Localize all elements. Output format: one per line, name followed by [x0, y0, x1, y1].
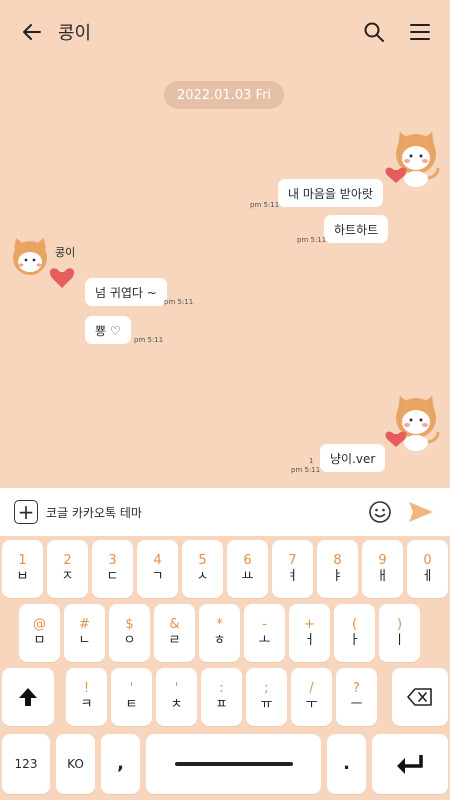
key[interactable]: 2ㅈ — [47, 540, 88, 598]
send-arrow-icon — [409, 502, 433, 522]
message-time: pm 5:11 — [297, 236, 327, 244]
chat-header: 콩이 — [0, 0, 450, 64]
keyboard: 1ㅂ 2ㅈ 3ㄷ 4ㄱ 5ㅅ 6ㅛ 7ㅕ 8ㅑ 9ㅐ 0ㅔ @ ㅁ # ㄴ $ ㅇ &… — [0, 536, 450, 800]
message-time: pm 5:11 — [250, 201, 280, 209]
arrow-left-icon — [23, 24, 41, 40]
shift-arrow-icon — [19, 688, 37, 706]
search-button[interactable] — [358, 16, 390, 48]
key[interactable]: & ㄹ — [154, 604, 195, 662]
key[interactable]: * ㅎ — [199, 604, 240, 662]
message-input-bar: + 코글 카카오톡 테마 — [0, 488, 450, 536]
enter-icon — [397, 755, 423, 774]
chat-title: 콩이 — [58, 23, 92, 44]
menu-button[interactable] — [404, 16, 436, 48]
message-bubble[interactable]: 냥이.ver — [320, 444, 386, 472]
key[interactable]: 6ㅛ — [227, 540, 268, 598]
key[interactable]: 5ㅅ — [182, 540, 223, 598]
numbers-key[interactable]: 123 — [2, 734, 50, 794]
key[interactable]: / ㅜ — [291, 668, 332, 726]
smiley-icon — [369, 501, 391, 523]
backspace-key[interactable] — [392, 668, 448, 726]
message-time: pm 5:11 — [164, 298, 194, 306]
date-divider: 2022.01.03 Fri — [164, 81, 284, 109]
key[interactable]: # ㄴ — [64, 604, 105, 662]
key[interactable]: 1ㅂ — [2, 540, 43, 598]
cat-sticker-avatar — [385, 396, 440, 451]
key[interactable]: :ㅍ — [201, 668, 242, 726]
message-time: pm 5:11 — [134, 336, 164, 344]
enter-key[interactable] — [372, 734, 448, 794]
attach-plus-button[interactable]: + — [14, 500, 38, 524]
comma-key[interactable]: , — [101, 734, 140, 794]
shift-key[interactable] — [2, 668, 54, 726]
send-button[interactable] — [404, 495, 438, 529]
key[interactable]: ! ㅋ — [66, 668, 107, 726]
message-time: pm 5:11 — [291, 466, 321, 474]
key[interactable]: $ ㅇ — [109, 604, 150, 662]
key[interactable]: ' ㅊ — [156, 668, 197, 726]
key[interactable]: 9ㅐ — [362, 540, 403, 598]
key[interactable]: (ㅏ — [334, 604, 375, 662]
unread-count: 1 — [309, 457, 314, 465]
key[interactable]: ) ㅣ — [379, 604, 420, 662]
message-bubble[interactable]: 넘 귀엽다 ~ — [85, 278, 167, 306]
key[interactable]: 3ㄷ — [92, 540, 133, 598]
language-key[interactable]: KO — [56, 734, 95, 794]
period-key[interactable]: . — [327, 734, 366, 794]
key[interactable]: 4ㄱ — [137, 540, 178, 598]
cat-sticker-avatar — [13, 238, 75, 288]
key[interactable]: -ㅗ — [244, 604, 285, 662]
emoji-button[interactable] — [366, 498, 394, 526]
chat-area[interactable]: 2022.01.03 Fri 내 마음을 받아랏 pm 5:11 하트하트 pm… — [0, 64, 450, 488]
key[interactable]: ; ㅠ — [246, 668, 287, 726]
key[interactable]: + ㅓ — [289, 604, 330, 662]
message-bubble[interactable]: 뿅 ♡ — [85, 316, 131, 344]
message-bubble[interactable]: 하트하트 — [324, 215, 389, 243]
space-key[interactable] — [146, 734, 321, 794]
key[interactable]: @ ㅁ — [19, 604, 60, 662]
key[interactable]: 0ㅔ — [407, 540, 448, 598]
back-button[interactable] — [14, 14, 50, 50]
hamburger-menu-icon — [410, 24, 430, 40]
message-input[interactable]: 코글 카카오톡 테마 — [46, 504, 366, 521]
sender-name: 콩이 — [55, 246, 76, 259]
key[interactable]: 7ㅕ — [272, 540, 313, 598]
key[interactable]: ? ㅡ — [336, 668, 377, 726]
backspace-icon — [407, 688, 432, 706]
space-bar-icon — [174, 762, 293, 766]
key[interactable]: ' ㅌ — [111, 668, 152, 726]
key[interactable]: 8ㅑ — [317, 540, 358, 598]
cat-sticker-avatar — [385, 132, 440, 187]
search-icon — [364, 22, 384, 42]
message-bubble[interactable]: 내 마음을 받아랏 — [278, 179, 383, 207]
